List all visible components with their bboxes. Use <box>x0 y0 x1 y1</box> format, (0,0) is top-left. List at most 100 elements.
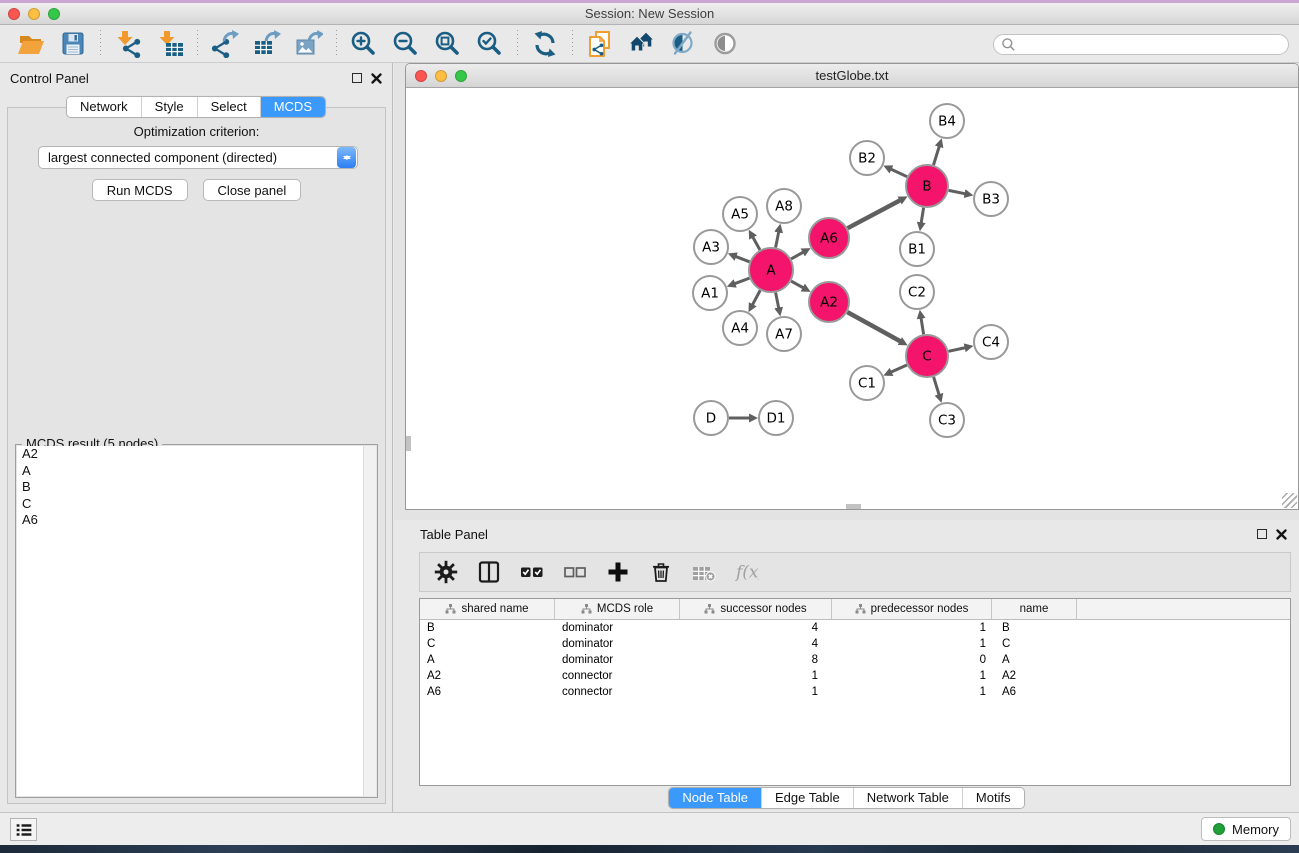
table-cell[interactable]: connector <box>555 670 680 682</box>
zoom-fit-button[interactable] <box>427 28 469 60</box>
table-cell[interactable]: 1 <box>832 638 992 650</box>
table-cell[interactable]: 1 <box>832 622 992 634</box>
table-cell[interactable]: 4 <box>680 622 832 634</box>
table-tab-motifs[interactable]: Motifs <box>962 788 1024 808</box>
table-row[interactable]: Bdominator41B <box>420 620 1290 636</box>
table-row[interactable]: Cdominator41C <box>420 636 1290 652</box>
table-cell[interactable]: A2 <box>420 670 555 682</box>
column-header-name[interactable]: name <box>992 599 1077 619</box>
zoom-in-button[interactable] <box>343 28 385 60</box>
mcds-result-item[interactable]: A6 <box>17 512 376 529</box>
table-tab-edge-table[interactable]: Edge Table <box>761 788 853 808</box>
edge-C-C4[interactable] <box>949 348 966 352</box>
edge-A6-B[interactable] <box>848 200 901 228</box>
table-cell[interactable]: 1 <box>832 686 992 698</box>
node-B1[interactable]: B1 <box>900 232 934 266</box>
mcds-result-item[interactable]: A2 <box>17 446 376 463</box>
zoom-selected-button[interactable] <box>469 28 511 60</box>
node-D[interactable]: D <box>694 401 728 435</box>
node-A8[interactable]: A8 <box>767 189 801 223</box>
mcds-result-item[interactable]: A <box>17 463 376 480</box>
table-cell[interactable]: C <box>992 638 1077 650</box>
float-panel-icon[interactable] <box>352 73 362 83</box>
refresh-button[interactable] <box>524 28 566 60</box>
edge-A-A5[interactable] <box>753 237 760 250</box>
tab-select[interactable]: Select <box>197 97 260 117</box>
table-cell[interactable]: A6 <box>420 686 555 698</box>
delete-column-button[interactable] <box>648 559 674 585</box>
open-session-button[interactable] <box>10 28 52 60</box>
table-cell[interactable]: 4 <box>680 638 832 650</box>
table-cell[interactable]: B <box>992 622 1077 634</box>
canvas-vertical-scroll-mark[interactable] <box>406 436 411 451</box>
node-C2[interactable]: C2 <box>900 275 934 309</box>
mcds-result-list[interactable]: A2ABCA6 <box>17 446 376 796</box>
node-C3[interactable]: C3 <box>930 403 964 437</box>
table-cell[interactable]: 1 <box>680 670 832 682</box>
table-cell[interactable]: A2 <box>992 670 1077 682</box>
table-cell[interactable]: 1 <box>832 670 992 682</box>
select-all-button[interactable] <box>519 559 545 585</box>
edge-A-A7[interactable] <box>776 293 779 309</box>
edge-B-B3[interactable] <box>949 190 966 193</box>
table-cell[interactable]: dominator <box>555 622 680 634</box>
network-graph[interactable]: B4B2BB3A8A5A6A3B1AA1C2A2A4A7C4CC1C3DD1 <box>406 89 1298 509</box>
table-row[interactable]: Adominator80A <box>420 652 1290 668</box>
network-canvas[interactable]: B4B2BB3A8A5A6A3B1AA1C2A2A4A7C4CC1C3DD1 <box>406 89 1298 509</box>
edge-B-B1[interactable] <box>921 208 924 224</box>
node-A3[interactable]: A3 <box>694 230 728 264</box>
run-mcds-button[interactable]: Run MCDS <box>92 179 188 201</box>
node-C[interactable]: C <box>906 335 948 377</box>
edge-C-C2[interactable] <box>921 318 924 335</box>
table-cell[interactable]: A6 <box>992 686 1077 698</box>
gear-button[interactable] <box>433 559 459 585</box>
export-image-button[interactable] <box>288 28 330 60</box>
export-network-button[interactable] <box>204 28 246 60</box>
node-B2[interactable]: B2 <box>850 141 884 175</box>
export-table-button[interactable] <box>246 28 288 60</box>
node-A1[interactable]: A1 <box>693 276 727 310</box>
optimization-criterion-dropdown[interactable]: largest connected component (directed) <box>38 146 358 169</box>
column-header-predecessor-nodes[interactable]: predecessor nodes <box>832 599 992 619</box>
table-cell[interactable]: C <box>420 638 555 650</box>
tab-style[interactable]: Style <box>141 97 197 117</box>
main-titlebar[interactable]: Session: New Session <box>0 3 1299 25</box>
node-A4[interactable]: A4 <box>723 311 757 345</box>
add-column-button[interactable] <box>605 559 631 585</box>
table-row[interactable]: A6connector11A6 <box>420 684 1290 700</box>
table-cell[interactable]: dominator <box>555 654 680 666</box>
column-header-successor-nodes[interactable]: successor nodes <box>680 599 832 619</box>
table-cell[interactable]: connector <box>555 686 680 698</box>
node-C1[interactable]: C1 <box>850 366 884 400</box>
task-history-button[interactable] <box>10 818 37 841</box>
table-float-panel-icon[interactable] <box>1257 529 1267 539</box>
tab-network[interactable]: Network <box>67 97 141 117</box>
column-header-shared-name[interactable]: shared name <box>420 599 555 619</box>
column-header-MCDS-role[interactable]: MCDS role <box>555 599 680 619</box>
edge-A-A1[interactable] <box>734 278 749 284</box>
edge-B-B4[interactable] <box>934 146 940 165</box>
edge-A-A4[interactable] <box>752 290 760 305</box>
edge-C-C1[interactable] <box>891 365 907 372</box>
table-tab-node-table[interactable]: Node Table <box>669 788 761 808</box>
split-view-button[interactable] <box>476 559 502 585</box>
edge-A-A6[interactable] <box>791 252 804 259</box>
table-cell[interactable]: B <box>420 622 555 634</box>
table-close-panel-icon[interactable] <box>1276 529 1287 540</box>
edge-A-A2[interactable] <box>791 281 804 288</box>
table-cell[interactable]: A <box>992 654 1077 666</box>
canvas-horizontal-scroll-mark[interactable] <box>846 504 861 509</box>
table-row[interactable]: A2connector11A2 <box>420 668 1290 684</box>
network-view-window[interactable]: testGlobe.txt B4B2BB3A8A5A6A3B1AA1C2A2A4… <box>405 63 1299 510</box>
memory-button[interactable]: Memory <box>1201 817 1291 841</box>
import-network-button[interactable] <box>107 28 149 60</box>
deselect-all-button[interactable] <box>562 559 588 585</box>
close-panel-button[interactable]: Close panel <box>203 179 302 201</box>
network-window-titlebar[interactable]: testGlobe.txt <box>406 64 1298 88</box>
node-A2[interactable]: A2 <box>809 282 849 322</box>
open-network-file-button[interactable] <box>579 28 621 60</box>
table-cell[interactable]: A <box>420 654 555 666</box>
result-list-scrollbar[interactable] <box>363 446 376 796</box>
hide-selected-button[interactable] <box>663 28 705 60</box>
close-panel-icon[interactable] <box>371 73 382 84</box>
